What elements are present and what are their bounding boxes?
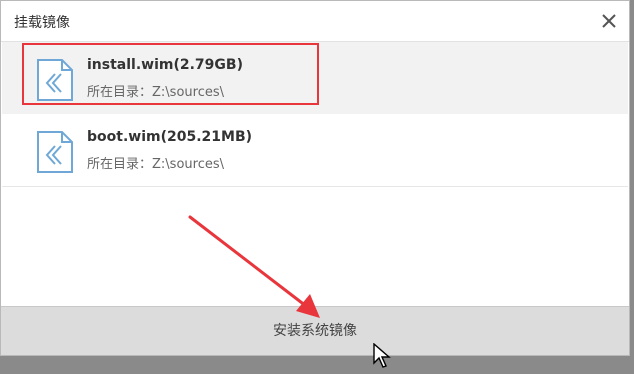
image-item-install[interactable]: install.wim(2.79GB) 所在目录：Z:\sources\ — [2, 42, 628, 115]
image-path: 所在目录：Z:\sources\ — [87, 85, 224, 100]
image-item-boot[interactable]: boot.wim(205.21MB) 所在目录：Z:\sources\ — [2, 114, 628, 187]
install-system-image-button[interactable]: 安装系统镜像 — [1, 306, 629, 355]
mouse-cursor-icon — [373, 343, 391, 368]
image-name: boot.wim(205.21MB) — [87, 129, 253, 145]
image-path: 所在目录：Z:\sources\ — [87, 157, 224, 172]
dialog-title: 挂载镜像 — [14, 15, 70, 31]
close-icon[interactable] — [599, 11, 619, 31]
wim-file-icon — [37, 131, 73, 173]
mount-image-dialog: 挂载镜像 install.wim(2.79GB) 所在目录：Z:\sources… — [0, 0, 630, 356]
wim-file-icon — [37, 59, 73, 101]
image-list: install.wim(2.79GB) 所在目录：Z:\sources\ boo… — [1, 42, 629, 307]
image-name: install.wim(2.79GB) — [87, 57, 243, 73]
dialog-titlebar: 挂载镜像 — [1, 1, 629, 42]
